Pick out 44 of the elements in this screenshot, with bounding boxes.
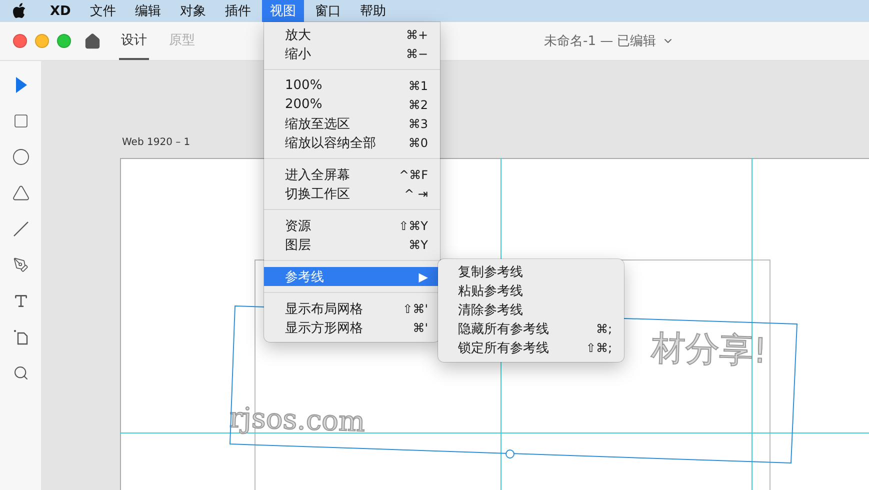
menu-title[interactable]: 文件	[82, 0, 124, 22]
menu-title[interactable]: XD	[42, 0, 79, 22]
tool-button[interactable]	[10, 147, 30, 167]
menu-title[interactable]: 对象	[172, 0, 214, 22]
menu-item[interactable]: 缩放至选区 ⌘3	[264, 114, 440, 133]
menu-title[interactable]: 帮助	[352, 0, 394, 22]
rotate-handle[interactable]	[506, 450, 514, 458]
menu-item[interactable]: 图层 ⌘Y	[264, 235, 440, 254]
home-icon[interactable]	[84, 32, 101, 50]
menu-item[interactable]: 进入全屏幕 ^⌘F	[264, 165, 440, 184]
menu-item[interactable]: 粘贴参考线	[438, 281, 624, 300]
ellipse-icon	[12, 148, 30, 166]
search-icon	[12, 365, 28, 381]
menu-item[interactable]: 200% ⌘2	[264, 95, 440, 114]
artboard-icon	[12, 329, 28, 345]
triangle-icon	[12, 184, 30, 202]
close-button[interactable]	[13, 34, 27, 48]
menu-item[interactable]: 隐藏所有参考线 ⌘;	[438, 319, 624, 338]
menu-title[interactable]: 视图	[262, 0, 304, 22]
menu-item[interactable]: 锁定所有参考线 ⇧⌘;	[438, 338, 624, 357]
rectangle-icon	[12, 113, 28, 129]
menu-item[interactable]: 缩放以容纳全部 ⌘0	[264, 133, 440, 152]
menu-item[interactable]: 缩小 ⌘−	[264, 44, 440, 63]
menu-title[interactable]: 编辑	[126, 0, 169, 22]
text-icon	[12, 293, 28, 309]
apple-icon[interactable]	[12, 3, 26, 19]
menu-item[interactable]: 放大 ⌘+	[264, 25, 440, 44]
menu-item[interactable]: 清除参考线	[438, 300, 624, 319]
menu-item[interactable]: 资源 ⇧⌘Y	[264, 216, 440, 235]
artboard-label: Web 1920 – 1	[122, 137, 190, 148]
menu-item[interactable]: 显示布局网格 ⇧⌘'	[264, 299, 440, 318]
pointer-icon	[14, 77, 26, 93]
menu-item[interactable]: 复制参考线	[438, 262, 624, 281]
menu-item[interactable]: 显示方形网格 ⌘'	[264, 318, 440, 337]
menu-title[interactable]: 插件	[216, 0, 259, 22]
zoom-button[interactable]	[57, 34, 71, 48]
menu-item[interactable]: 切换工作区 ^ ⇥	[264, 184, 440, 203]
menu-item[interactable]: 参考线 ▶	[264, 267, 440, 286]
menu-title[interactable]: 窗口	[306, 0, 349, 22]
line-icon	[12, 221, 28, 237]
document-title: 未命名-1 — 已编辑	[544, 33, 656, 50]
tool-button[interactable]	[10, 183, 30, 203]
menu-item[interactable]: 100% ⌘1	[264, 76, 440, 95]
pen-icon	[12, 257, 28, 273]
